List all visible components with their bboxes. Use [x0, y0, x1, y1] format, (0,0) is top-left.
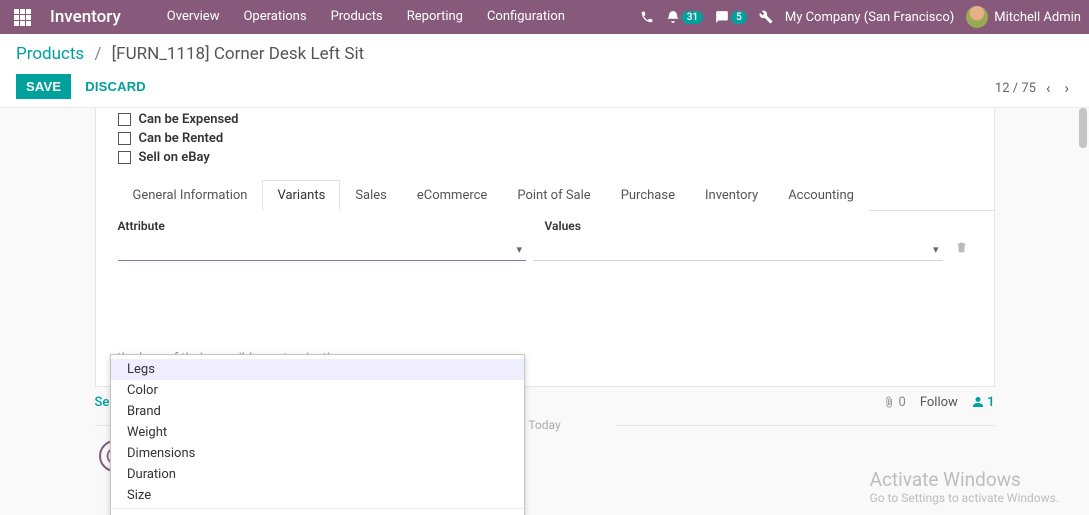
tab-purchase[interactable]: Purchase	[606, 180, 690, 211]
tab-sales[interactable]: Sales	[340, 180, 402, 211]
dropdown-item[interactable]: Brand	[111, 401, 524, 422]
checkbox-row-ebay: Sell on eBay	[96, 148, 994, 167]
dropdown-item[interactable]: Size	[111, 485, 524, 506]
nav-item-configuration[interactable]: Configuration	[477, 0, 575, 34]
nav-right: 31 5 My Company (San Francisco) Mitchell…	[640, 6, 1081, 28]
checkbox-expensed-label: Can be Expensed	[139, 112, 239, 127]
control-panel: Products / [FURN_1118] Corner Desk Left …	[0, 34, 1089, 108]
company-name: My Company (San Francisco)	[785, 10, 954, 25]
phone-icon[interactable]	[640, 10, 654, 24]
variants-grid-row: ▾ ▾	[96, 233, 994, 261]
nav-menu: Overview Operations Products Reporting C…	[157, 0, 575, 34]
dropdown-item[interactable]: Weight	[111, 422, 524, 443]
tab-variants[interactable]: Variants	[262, 180, 340, 211]
save-button[interactable]: SAVE	[16, 74, 71, 99]
activities-icon[interactable]: 31	[666, 10, 703, 24]
tab-point-of-sale[interactable]: Point of Sale	[502, 180, 605, 211]
pager-prev-icon[interactable]: ‹	[1042, 79, 1055, 97]
cp-buttons: SAVE DISCARD	[16, 74, 1073, 99]
form-sheet: Can be Expensed Can be Rented Sell on eB…	[95, 108, 995, 387]
discard-button[interactable]: DISCARD	[85, 79, 146, 94]
breadcrumb-parent[interactable]: Products	[16, 44, 84, 64]
checkbox-row-rented: Can be Rented	[96, 129, 994, 148]
checkbox-expensed[interactable]	[118, 113, 131, 126]
apps-icon[interactable]	[14, 9, 34, 26]
column-values: Values	[545, 219, 972, 233]
pager: 12 / 75 ‹ ›	[995, 79, 1073, 97]
nav-item-overview[interactable]: Overview	[157, 0, 230, 34]
pager-next-icon[interactable]: ›	[1060, 79, 1073, 97]
attachments-count[interactable]: 0	[883, 395, 906, 410]
tabs: General Information Variants Sales eComm…	[118, 179, 994, 211]
discuss-badge: 5	[731, 11, 747, 24]
chatter-left-cut[interactable]: Se	[95, 395, 110, 410]
checkbox-ebay-label: Sell on eBay	[139, 150, 210, 165]
breadcrumb-current: [FURN_1118] Corner Desk Left Sit	[112, 44, 364, 64]
breadcrumb-sep: /	[94, 44, 101, 64]
tab-accounting[interactable]: Accounting	[773, 180, 869, 211]
nav-item-reporting[interactable]: Reporting	[397, 0, 473, 34]
tab-inventory[interactable]: Inventory	[690, 180, 773, 211]
breadcrumb: Products / [FURN_1118] Corner Desk Left …	[16, 40, 1073, 74]
follow-button[interactable]: Follow	[920, 395, 958, 410]
dropdown-item[interactable]: Color	[111, 380, 524, 401]
checkbox-rented[interactable]	[118, 132, 131, 145]
attribute-dropdown: Legs Color Brand Weight Dimensions Durat…	[110, 354, 525, 515]
top-navbar: Inventory Overview Operations Products R…	[0, 0, 1089, 34]
followers-count[interactable]: 1	[972, 395, 995, 410]
tab-ecommerce[interactable]: eCommerce	[402, 180, 502, 211]
dropdown-search-more[interactable]: Search More...	[111, 511, 524, 515]
checkbox-row-expensed: Can be Expensed	[96, 110, 994, 129]
activities-badge: 31	[682, 11, 703, 24]
variants-grid-head: Attribute Values	[96, 211, 994, 233]
avatar	[966, 6, 988, 28]
attribute-input[interactable]	[118, 237, 527, 261]
discuss-icon[interactable]: 5	[715, 10, 747, 24]
main-area: Can be Expensed Can be Rented Sell on eB…	[0, 108, 1089, 515]
trash-icon[interactable]	[951, 241, 972, 258]
scrollbar[interactable]	[1077, 108, 1089, 515]
company-switcher[interactable]: My Company (San Francisco)	[785, 10, 954, 25]
tab-general-information[interactable]: General Information	[118, 180, 263, 211]
checkbox-ebay[interactable]	[118, 151, 131, 164]
user-menu[interactable]: Mitchell Admin	[966, 6, 1081, 28]
nav-item-products[interactable]: Products	[321, 0, 393, 34]
app-brand[interactable]: Inventory	[50, 7, 121, 27]
nav-item-operations[interactable]: Operations	[233, 0, 316, 34]
debug-icon[interactable]	[759, 10, 773, 24]
column-attribute: Attribute	[118, 219, 545, 233]
values-many2many: ▾	[534, 237, 943, 261]
dropdown-item[interactable]: Legs	[111, 359, 524, 380]
dropdown-item[interactable]: Dimensions	[111, 443, 524, 464]
attribute-many2one: ▾	[118, 237, 527, 261]
user-name: Mitchell Admin	[994, 10, 1081, 25]
dropdown-item[interactable]: Duration	[111, 464, 524, 485]
checkbox-rented-label: Can be Rented	[139, 131, 224, 146]
pager-text[interactable]: 12 / 75	[995, 81, 1036, 96]
values-input[interactable]	[534, 237, 943, 261]
